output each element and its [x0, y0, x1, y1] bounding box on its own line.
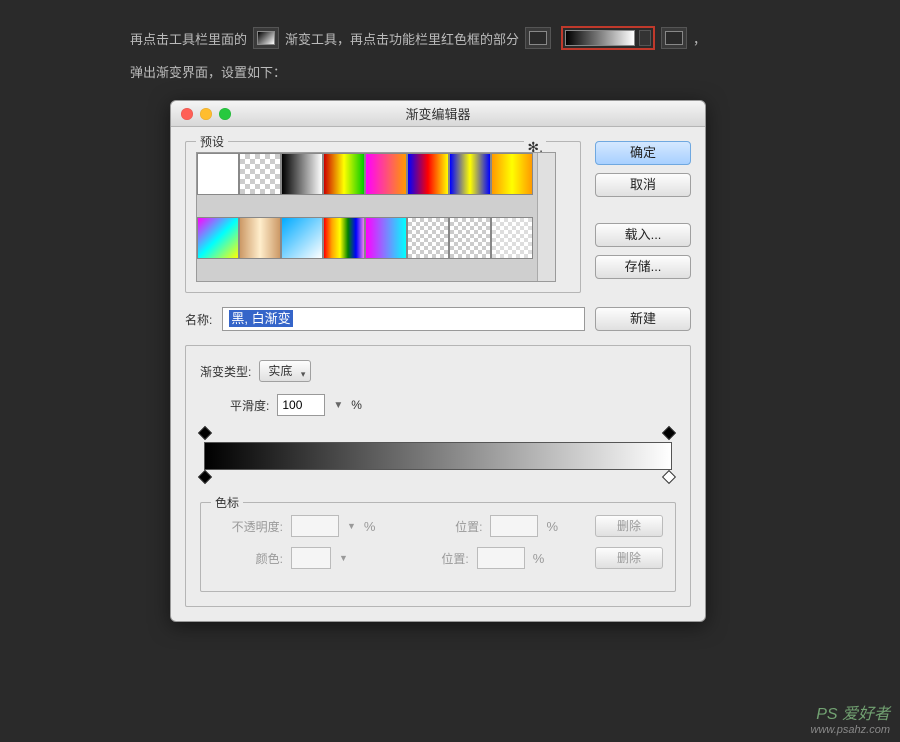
instruction-line-2: 弹出渐变界面，设置如下：	[130, 62, 286, 81]
location-unit: %	[533, 551, 545, 566]
text: 渐变工具，再点击功能栏里红色框的部分	[285, 29, 519, 48]
location-label: 位置:	[412, 518, 482, 535]
opacity-location-input[interactable]	[490, 515, 538, 537]
preset-swatch[interactable]	[407, 153, 449, 195]
button-column: 确定 取消 载入... 存储...	[595, 141, 691, 293]
titlebar[interactable]: 渐变编辑器	[171, 101, 705, 127]
preset-swatch[interactable]	[323, 153, 365, 195]
gradient-tool-icon	[253, 27, 279, 49]
preset-swatch[interactable]	[239, 217, 281, 259]
smoothness-unit: %	[351, 398, 362, 412]
gradient-type-select[interactable]: 实底	[259, 360, 311, 382]
presets-fieldset: 预设 ✻.	[185, 141, 581, 293]
preset-swatch[interactable]	[197, 217, 239, 259]
color-row: 颜色: ▼ 位置: % 删除	[213, 547, 663, 569]
watermark-url: www.psahz.com	[811, 724, 890, 736]
presets-area	[196, 152, 556, 282]
preset-swatch[interactable]	[449, 153, 491, 195]
opacity-stop-left[interactable]	[200, 428, 212, 440]
dialog-title: 渐变编辑器	[171, 104, 705, 123]
name-input[interactable]: 黑, 白渐变	[222, 307, 585, 331]
color-label: 颜色:	[213, 550, 283, 567]
dropdown-arrow-icon: ▼	[339, 553, 348, 563]
opacity-label: 不透明度:	[213, 518, 283, 535]
new-button[interactable]: 新建	[595, 307, 691, 331]
gradient-preview-icon	[565, 30, 635, 46]
preset-grid[interactable]	[197, 153, 537, 281]
watermark: PS 爱好者 www.psahz.com	[811, 706, 890, 736]
tool-swatch-icon	[661, 27, 687, 49]
color-location-input[interactable]	[477, 547, 525, 569]
text: ，	[693, 29, 706, 48]
smoothness-input[interactable]	[277, 394, 325, 416]
location-unit: %	[546, 519, 558, 534]
name-label: 名称:	[185, 311, 212, 328]
smoothness-row: 平滑度: ▼ %	[200, 394, 676, 416]
delete-opacity-stop-button[interactable]: 删除	[595, 515, 663, 537]
gradient-bar[interactable]	[204, 442, 672, 470]
delete-color-stop-button[interactable]: 删除	[595, 547, 663, 569]
color-swatch[interactable]	[291, 547, 331, 569]
opacity-row: 不透明度: ▼ % 位置: % 删除	[213, 515, 663, 537]
smoothness-label: 平滑度:	[230, 397, 269, 414]
opacity-stop-right[interactable]	[664, 428, 676, 440]
name-row: 名称: 黑, 白渐变 新建	[185, 307, 691, 331]
name-value: 黑, 白渐变	[229, 310, 292, 327]
load-button[interactable]: 载入...	[595, 223, 691, 247]
cancel-button[interactable]: 取消	[595, 173, 691, 197]
text: 再点击工具栏里面的	[130, 29, 247, 48]
gradient-settings-fieldset: 渐变类型: 实底 平滑度: ▼ % 色标 不透明度:	[185, 345, 691, 607]
dropdown-arrow-icon[interactable]: ▼	[333, 400, 343, 411]
dropdown-arrow-icon: ▼	[347, 521, 356, 531]
gradient-edit-bar[interactable]	[204, 428, 672, 484]
preset-swatch[interactable]	[491, 153, 533, 195]
opacity-unit: %	[364, 519, 376, 534]
scrollbar[interactable]	[537, 153, 555, 281]
stops-label: 色标	[211, 494, 243, 511]
preset-swatch[interactable]	[449, 217, 491, 259]
save-button[interactable]: 存储...	[595, 255, 691, 279]
location-label: 位置:	[399, 550, 469, 567]
color-stop-left[interactable]	[200, 472, 212, 484]
tool-swatch-icon	[525, 27, 551, 49]
instruction-line-1: 再点击工具栏里面的 渐变工具，再点击功能栏里红色框的部分 ，	[130, 26, 706, 50]
opacity-input[interactable]	[291, 515, 339, 537]
preset-swatch[interactable]	[239, 153, 281, 195]
preset-swatch[interactable]	[281, 217, 323, 259]
red-highlight-box	[561, 26, 655, 50]
preset-swatch[interactable]	[365, 217, 407, 259]
preset-swatch[interactable]	[281, 153, 323, 195]
preset-swatch[interactable]	[197, 153, 239, 195]
dropdown-icon	[639, 30, 651, 46]
color-stop-right[interactable]	[664, 472, 676, 484]
preset-swatch[interactable]	[491, 217, 533, 259]
gradient-editor-dialog: 渐变编辑器 预设 ✻. 确定 取消 载入... 存储... 名称:	[170, 100, 706, 622]
presets-label: 预设	[196, 133, 228, 150]
preset-swatch[interactable]	[323, 217, 365, 259]
watermark-brand: PS 爱好者	[811, 706, 890, 724]
gradient-type-label: 渐变类型:	[200, 363, 251, 380]
stops-fieldset: 色标 不透明度: ▼ % 位置: % 删除 颜色: ▼	[200, 502, 676, 592]
ok-button[interactable]: 确定	[595, 141, 691, 165]
preset-swatch[interactable]	[407, 217, 449, 259]
gradient-type-row: 渐变类型: 实底	[200, 360, 676, 382]
preset-swatch[interactable]	[365, 153, 407, 195]
